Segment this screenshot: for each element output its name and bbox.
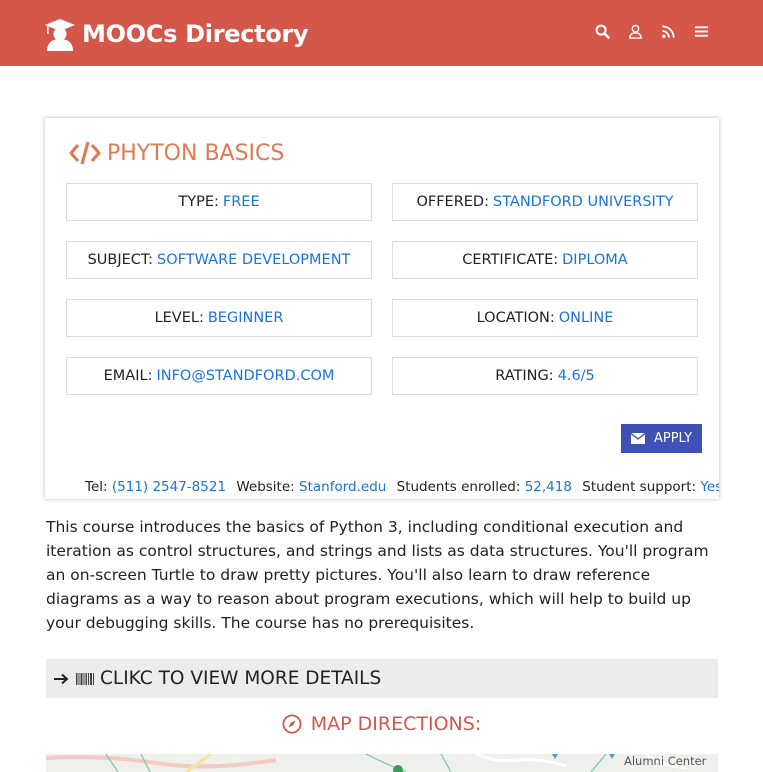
tel-label: Tel: xyxy=(85,479,108,495)
students-value: 52,418 xyxy=(524,479,572,495)
website-label: Website: xyxy=(236,479,295,495)
course-card: PHYTON BASICS TYPE: FREE OFFERED: STANDF… xyxy=(45,118,719,499)
apply-button[interactable]: APPLY xyxy=(621,424,702,453)
info-location: LOCATION: ONLINE xyxy=(392,299,698,337)
info-label: LEVEL: xyxy=(154,310,204,326)
info-value[interactable]: STANDFORD UNIVERSITY xyxy=(493,194,674,210)
barcode-icon xyxy=(76,672,94,685)
info-label: OFFERED: xyxy=(416,194,489,210)
info-label: EMAIL: xyxy=(103,368,153,384)
support-value: Yes xyxy=(700,479,719,495)
info-type: TYPE: FREE xyxy=(66,183,372,221)
info-label: LOCATION: xyxy=(476,310,555,326)
brand-name: MOOCs Directory xyxy=(82,20,309,48)
arrow-right-icon xyxy=(54,673,69,684)
info-label: SUBJECT: xyxy=(87,252,154,268)
graduate-logo-icon xyxy=(45,19,75,51)
info-value[interactable]: INFO@STANDFORD.COM xyxy=(156,368,334,384)
tel-link[interactable]: (511) 2547-8521 xyxy=(112,479,226,495)
info-rating: RATING: 4.6/5 xyxy=(392,357,698,395)
menu-icon[interactable] xyxy=(692,22,711,41)
info-email: EMAIL: INFO@STANDFORD.COM xyxy=(66,357,372,395)
info-certificate: CERTIFICATE: DIPLOMA xyxy=(392,241,698,279)
code-icon xyxy=(69,141,101,165)
info-value[interactable]: ONLINE xyxy=(559,310,614,326)
top-navbar: MOOCs Directory xyxy=(0,0,763,66)
navbar-icons xyxy=(593,22,711,41)
info-value[interactable]: BEGINNER xyxy=(208,310,284,326)
info-label: TYPE: xyxy=(178,194,219,210)
compass-icon xyxy=(282,714,302,734)
rss-icon[interactable] xyxy=(659,22,678,41)
info-value[interactable]: SOFTWARE DEVELOPMENT xyxy=(157,252,350,268)
info-level: LEVEL: BEGINNER xyxy=(66,299,372,337)
course-description: This course introduces the basics of Pyt… xyxy=(46,518,709,632)
map-embed[interactable]: Alumni Center xyxy=(46,754,718,772)
course-title-text: PHYTON BASICS xyxy=(107,140,285,166)
user-icon[interactable] xyxy=(626,22,645,41)
info-subject: SUBJECT: SOFTWARE DEVELOPMENT xyxy=(66,241,372,279)
brand-link[interactable]: MOOCs Directory xyxy=(44,16,309,52)
course-title: PHYTON BASICS xyxy=(69,140,284,166)
info-label: CERTIFICATE: xyxy=(462,252,559,268)
search-icon[interactable] xyxy=(593,22,612,41)
envelope-icon xyxy=(630,433,645,444)
website-link[interactable]: Stanford.edu xyxy=(299,479,386,495)
info-label: RATING: xyxy=(495,368,554,384)
map-roads xyxy=(46,754,687,772)
contact-line: Tel: (511) 2547-8521 Website: Stanford.e… xyxy=(85,479,719,495)
map-heading-text: MAP DIRECTIONS: xyxy=(310,713,482,735)
info-offered: OFFERED: STANDFORD UNIVERSITY xyxy=(392,183,698,221)
more-details-label: CLIKC TO VIEW MORE DETAILS xyxy=(100,668,382,689)
info-value[interactable]: 4.6/5 xyxy=(558,368,595,384)
info-value[interactable]: FREE xyxy=(223,194,260,210)
map-heading: MAP DIRECTIONS: xyxy=(0,713,763,735)
students-label: Students enrolled: xyxy=(396,479,521,495)
info-value[interactable]: DIPLOMA xyxy=(562,252,628,268)
map-place-label: Alumni Center xyxy=(624,754,707,768)
apply-label: APPLY xyxy=(653,431,693,446)
support-label: Student support: xyxy=(582,479,697,495)
more-details-toggle[interactable]: CLIKC TO VIEW MORE DETAILS xyxy=(46,659,718,698)
